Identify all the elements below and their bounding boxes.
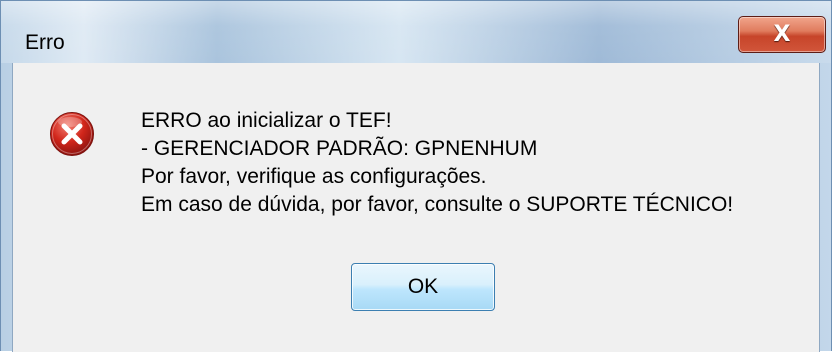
dialog-content: ERRO ao inicializar o TEF! - GERENCIADOR…	[12, 63, 820, 352]
error-dialog: Erro X ERRO ao inicializar o TEF! - GERE…	[0, 0, 832, 352]
message-line: - GERENCIADOR PADRÃO: GPNENHUM	[141, 137, 538, 160]
window-title: Erro	[25, 31, 65, 54]
message-line: Por favor, verifique as configurações.	[141, 165, 487, 188]
error-icon	[50, 112, 94, 156]
close-button[interactable]: X	[738, 16, 826, 53]
message-line: ERRO ao inicializar o TEF!	[141, 109, 392, 132]
message-line: Em caso de dúvida, por favor, consulte o…	[141, 193, 734, 216]
ok-button[interactable]: OK	[351, 263, 495, 311]
title-bar[interactable]: Erro X	[1, 1, 831, 63]
close-icon: X	[773, 21, 791, 47]
error-message: ERRO ao inicializar o TEF! - GERENCIADOR…	[141, 107, 733, 219]
